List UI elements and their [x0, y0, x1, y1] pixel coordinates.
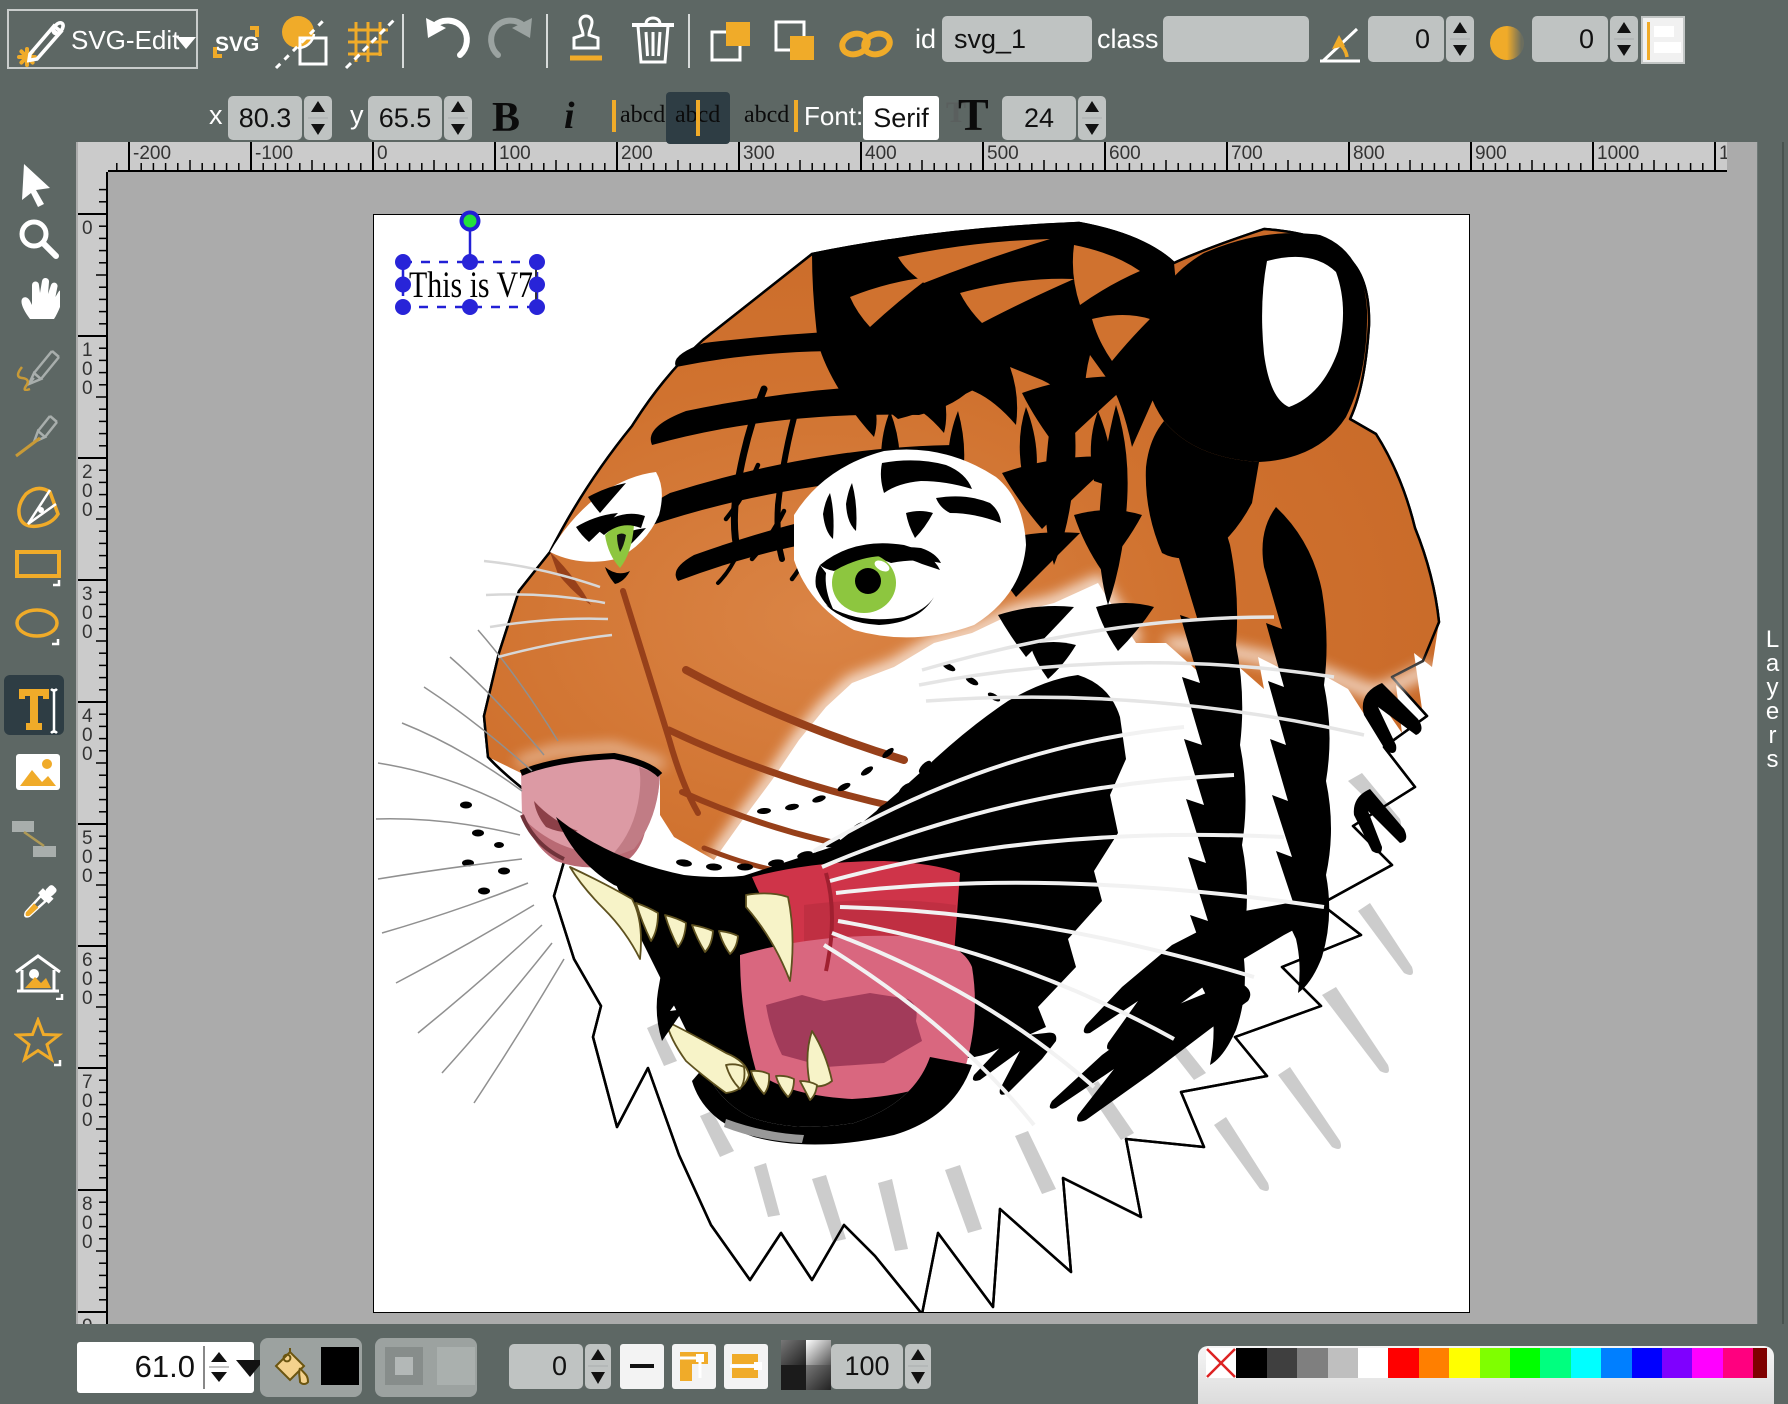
- svg-text:0: 0: [82, 1091, 93, 1112]
- svg-text:0: 0: [82, 622, 93, 643]
- svg-text:2: 2: [82, 462, 93, 483]
- svg-text:0: 0: [82, 481, 93, 502]
- svg-text:1100: 1100: [1719, 143, 1727, 164]
- svg-text:0: 0: [82, 500, 93, 521]
- svg-text:500: 500: [987, 143, 1019, 164]
- svg-text:0: 0: [82, 1213, 93, 1234]
- svg-text:0: 0: [82, 218, 93, 239]
- svg-text:-100: -100: [255, 143, 293, 164]
- svg-text:3: 3: [82, 584, 93, 605]
- svg-text:1000: 1000: [1597, 143, 1639, 164]
- svg-text:-200: -200: [133, 143, 171, 164]
- svg-text:0: 0: [82, 988, 93, 1009]
- svg-text:9: 9: [82, 1316, 93, 1324]
- svg-text:100: 100: [499, 143, 531, 164]
- svg-text:7: 7: [82, 1072, 93, 1093]
- svg-text:5: 5: [82, 828, 93, 849]
- svg-text:0: 0: [82, 603, 93, 624]
- svg-text:700: 700: [1231, 143, 1263, 164]
- svg-text:800: 800: [1353, 143, 1385, 164]
- svg-text:600: 600: [1109, 143, 1141, 164]
- svg-text:300: 300: [743, 143, 775, 164]
- svg-text:0: 0: [377, 143, 388, 164]
- svg-text:0: 0: [82, 744, 93, 765]
- svg-text:0: 0: [82, 866, 93, 887]
- svg-text:0: 0: [82, 969, 93, 990]
- svg-text:0: 0: [82, 1232, 93, 1253]
- svg-text:0: 0: [82, 725, 93, 746]
- svg-text:8: 8: [82, 1194, 93, 1215]
- svg-text:6: 6: [82, 950, 93, 971]
- svg-text:900: 900: [1475, 143, 1507, 164]
- svg-text:SVG: SVG: [215, 33, 259, 56]
- svg-text:400: 400: [865, 143, 897, 164]
- svg-text:1: 1: [82, 340, 93, 361]
- svg-text:0: 0: [82, 359, 93, 380]
- svg-text:0: 0: [82, 378, 93, 399]
- svg-text:4: 4: [82, 706, 93, 727]
- svg-text:200: 200: [621, 143, 653, 164]
- svg-text:0: 0: [82, 847, 93, 868]
- svg-text:0: 0: [82, 1110, 93, 1131]
